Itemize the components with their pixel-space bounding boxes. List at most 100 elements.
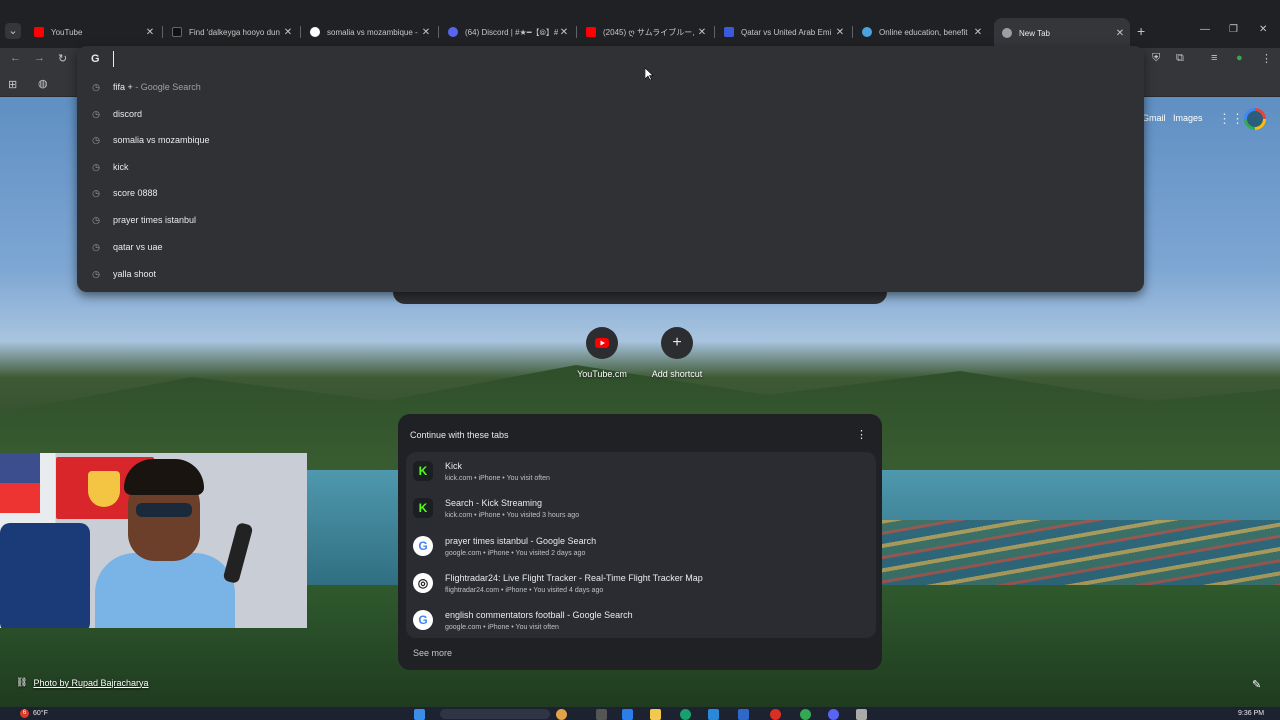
close-icon[interactable]: ✕ [696, 27, 708, 38]
flag-decoration [0, 453, 40, 513]
history-icon: ◷ [92, 188, 100, 198]
windows-start-icon[interactable] [414, 709, 425, 720]
discord-icon [448, 27, 458, 37]
suggestion-item[interactable]: ◷ qatar vs uae [77, 234, 1144, 260]
tab-google-search[interactable]: somalia vs mozambique - ✕ [302, 21, 436, 43]
suggestion-item[interactable]: ◷ score 0888 [77, 180, 1144, 206]
taskbar-app-icon[interactable] [770, 709, 781, 720]
site-icon [724, 27, 734, 37]
back-arrow-icon[interactable]: ← [10, 52, 21, 64]
chrome-icon[interactable] [800, 709, 811, 720]
list-item[interactable]: K Search - Kick Streaming kick.com • iPh… [406, 492, 876, 529]
gmail-link[interactable]: Gmail [1142, 113, 1166, 123]
tab-new-tab[interactable]: New Tab ✕ [994, 18, 1130, 48]
extensions-icon[interactable]: ⧉ [1176, 52, 1184, 65]
tab-youtube-2[interactable]: (2045) ღ サムライブルー, 圧 ✕ [578, 21, 712, 43]
tab-tiktok[interactable]: Find 'dalkeyga hooyo dun ✕ [164, 21, 298, 43]
more-options-icon[interactable]: ⋮ [856, 428, 867, 441]
chair [0, 523, 90, 628]
person-shirt [95, 553, 235, 628]
list-item[interactable]: G prayer times istanbul - Google Search … [406, 530, 876, 567]
tab-qatar-uae[interactable]: Qatar vs United Arab Emi ✕ [716, 21, 850, 43]
youtube-icon [34, 27, 44, 37]
file-explorer-icon[interactable] [650, 709, 661, 720]
close-icon[interactable]: ✕ [558, 27, 570, 38]
tab-online-education[interactable]: Online education, benefit ✕ [854, 21, 988, 43]
see-more-link[interactable]: See more [413, 648, 452, 658]
list-item[interactable]: G english commentators football - Google… [406, 604, 876, 641]
card-tab-list: K Kick kick.com • iPhone • You visit oft… [406, 452, 876, 638]
microphone [222, 521, 254, 585]
taskbar-app-icon[interactable] [622, 709, 633, 720]
list-item[interactable]: K Kick kick.com • iPhone • You visit oft… [406, 455, 876, 492]
item-subtitle: google.com • iPhone • You visited 2 days… [445, 550, 586, 557]
tab-title: YouTube [51, 27, 83, 37]
item-title: english commentators football - Google S… [445, 610, 633, 620]
item-subtitle: kick.com • iPhone • You visited 3 hours … [445, 512, 580, 519]
google-apps-icon[interactable]: ⋮⋮ [1218, 111, 1244, 127]
close-icon[interactable]: ✕ [282, 27, 294, 38]
window-close-icon[interactable]: ✕ [1259, 24, 1267, 35]
history-icon: ◷ [92, 242, 100, 252]
forward-arrow-icon[interactable]: → [34, 52, 45, 64]
weather-widget[interactable]: 6 60°F [20, 709, 48, 718]
minimize-icon[interactable]: — [1200, 24, 1210, 35]
customize-pencil-icon[interactable]: ✎ [1252, 678, 1261, 691]
wordpress-icon [862, 27, 872, 37]
tab-title: (64) Discord | #★━【⦾】# [465, 27, 558, 37]
close-icon[interactable]: ✕ [420, 27, 432, 38]
mail-icon[interactable] [738, 709, 749, 720]
tab-search-chevron-icon[interactable]: ⌄ [5, 23, 21, 39]
mouse-cursor-icon [644, 67, 654, 86]
suggestion-text: discord [113, 109, 143, 119]
shortcut-label: YouTube.cm [577, 369, 627, 379]
address-bar-input[interactable] [113, 51, 613, 67]
edge-icon[interactable] [680, 709, 691, 720]
tab-title: Find 'dalkeyga hooyo dun [189, 27, 280, 37]
tab-youtube[interactable]: YouTube ✕ [26, 21, 160, 43]
restore-icon[interactable]: ❐ [1229, 24, 1238, 35]
suggestion-text: score 0888 [113, 188, 158, 198]
item-subtitle: flightradar24.com • iPhone • You visited… [445, 587, 604, 594]
media-icon[interactable]: ≡ [1211, 52, 1217, 64]
close-icon[interactable]: ✕ [972, 27, 984, 38]
google-icon: G [413, 610, 433, 630]
avatar[interactable] [1244, 108, 1266, 130]
tab-title: Online education, benefit [879, 27, 968, 37]
item-title: Search - Kick Streaming [445, 498, 543, 508]
images-link[interactable]: Images [1173, 113, 1203, 123]
discord-icon[interactable] [828, 709, 839, 720]
new-tab-plus-icon[interactable]: + [1137, 23, 1145, 39]
suggestion-item[interactable]: ◷ fifa + - Google Search [77, 74, 1144, 100]
taskbar-app-icon[interactable] [856, 709, 867, 720]
photo-credit-link[interactable]: ⛓ Photo by Rupad Bajracharya [16, 677, 149, 688]
shield-icon[interactable]: ⛨ [1152, 52, 1160, 65]
google-g-icon: G [91, 53, 100, 65]
menu-kebab-icon[interactable]: ⋮ [1261, 52, 1272, 65]
history-icon: ◷ [92, 82, 100, 92]
kick-icon: K [413, 461, 433, 481]
list-item[interactable]: ◎ Flightradar24: Live Flight Tracker - R… [406, 567, 876, 604]
suggestion-item[interactable]: ◷ yalla shoot [77, 261, 1144, 287]
taskbar-app-icon[interactable] [556, 709, 567, 720]
task-view-icon[interactable] [596, 709, 607, 720]
reload-icon[interactable]: ↻ [58, 52, 67, 65]
suggestion-text: prayer times istanbul [113, 215, 197, 225]
apps-grid-icon[interactable]: ⊞ [8, 78, 17, 91]
profile-icon[interactable]: ● [1236, 52, 1243, 64]
clock: 9:36 PM [1238, 710, 1265, 717]
suggestion-item[interactable]: ◷ somalia vs mozambique [77, 127, 1144, 153]
close-icon[interactable]: ✕ [1114, 28, 1126, 39]
store-icon[interactable] [708, 709, 719, 720]
add-shortcut-button[interactable]: + Add shortcut [637, 327, 717, 379]
shortcut-youtube[interactable]: YouTube.cm [562, 327, 642, 379]
history-icon: ◷ [92, 162, 100, 172]
suggestion-item[interactable]: ◷ prayer times istanbul [77, 207, 1144, 233]
close-icon[interactable]: ✕ [834, 27, 846, 38]
taskbar-search[interactable] [440, 709, 550, 719]
suggestion-item[interactable]: ◷ kick [77, 154, 1144, 180]
tab-discord[interactable]: (64) Discord | #★━【⦾】# ✕ [440, 21, 574, 43]
suggestion-item[interactable]: ◷ discord [77, 101, 1144, 127]
globe-icon[interactable]: ◍ [38, 77, 48, 90]
close-icon[interactable]: ✕ [144, 27, 156, 38]
